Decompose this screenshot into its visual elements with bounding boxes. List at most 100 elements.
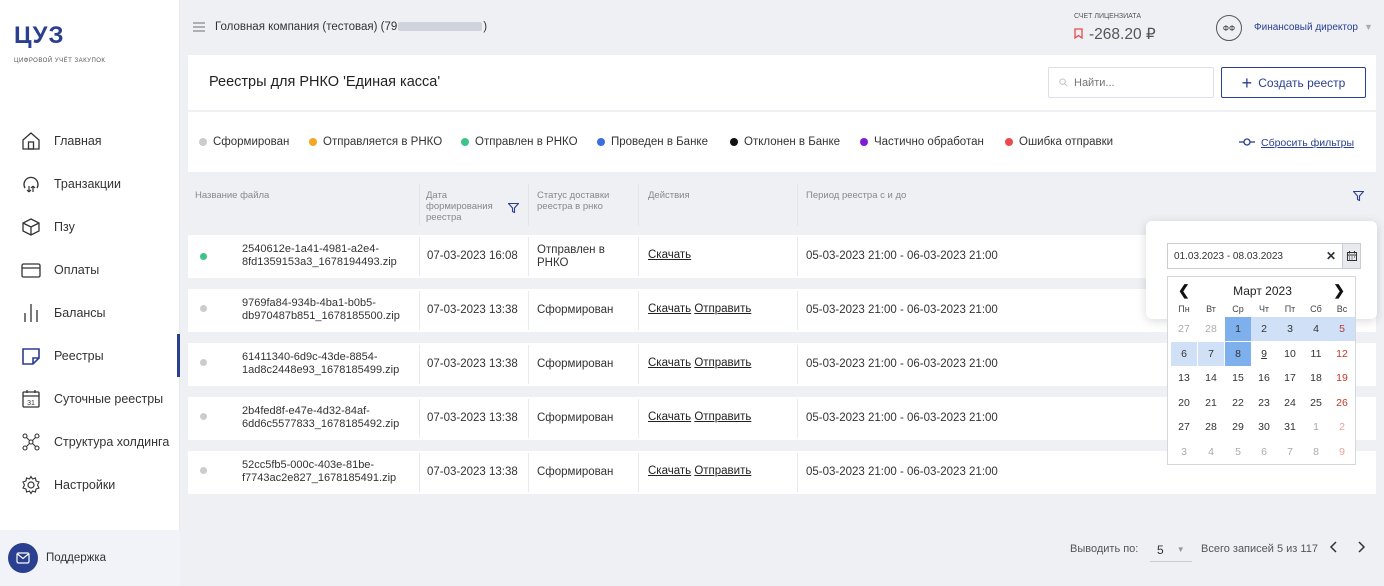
calendar-day[interactable]: 6 (1251, 440, 1277, 464)
calendar-day[interactable]: 17 (1277, 366, 1303, 390)
date-range-input[interactable]: 01.03.2023 - 08.03.2023 ✕ (1167, 243, 1361, 269)
support-button[interactable]: Поддержка (0, 530, 180, 586)
calendar-day[interactable]: 30 (1251, 415, 1277, 439)
calendar-day[interactable]: 13 (1171, 366, 1197, 390)
delivery-status: Сформирован (537, 358, 614, 370)
calendar-day[interactable]: 16 (1251, 366, 1277, 390)
menu-icon[interactable] (193, 21, 205, 35)
sidebar-item-pzu[interactable]: Пзу (0, 205, 180, 248)
sidebar-item-daily-registries[interactable]: 31 Суточные реестры (0, 377, 180, 420)
calendar-day[interactable]: 4 (1198, 440, 1224, 464)
filter-icon[interactable] (1352, 190, 1365, 204)
filter-sending[interactable]: Отправляется в РНКО (309, 136, 442, 148)
calendar-day[interactable]: 19 (1329, 366, 1355, 390)
calendar-day[interactable]: 20 (1171, 391, 1197, 415)
calendar-day[interactable]: 27 (1171, 415, 1197, 439)
calendar-day[interactable]: 7 (1277, 440, 1303, 464)
company-name-suffix: ) (483, 21, 488, 33)
column-divider (638, 184, 639, 226)
clear-icon[interactable]: ✕ (1326, 249, 1336, 263)
sidebar-item-holding[interactable]: Структура холдинга (0, 420, 180, 463)
calendar-day[interactable]: 25 (1303, 391, 1329, 415)
filter-processed[interactable]: Проведен в Банке (597, 136, 708, 148)
create-registry-label: Создать реестр (1258, 75, 1346, 90)
send-link[interactable]: Отправить (694, 357, 751, 369)
download-link[interactable]: Скачать (648, 357, 691, 369)
calendar-day[interactable]: 3 (1277, 317, 1303, 341)
calendar-day[interactable]: 10 (1277, 342, 1303, 366)
calendar-day[interactable]: 23 (1251, 391, 1277, 415)
calendar-day[interactable]: 12 (1329, 342, 1355, 366)
calendar-day[interactable]: 27 (1171, 317, 1197, 341)
next-month-icon[interactable]: ❯ (1333, 282, 1345, 299)
calendar-day[interactable]: 2 (1251, 317, 1277, 341)
sidebar-item-home[interactable]: Главная (0, 119, 180, 162)
calendar-day[interactable]: 1 (1225, 317, 1251, 341)
sidebar-item-settings[interactable]: Настройки (0, 463, 180, 506)
sidebar-item-payments[interactable]: Оплаты (0, 248, 180, 291)
calendar-day[interactable]: 29 (1225, 415, 1251, 439)
calendar-day[interactable]: 9 (1329, 440, 1355, 464)
filter-partial[interactable]: Частично обработан (860, 136, 984, 148)
company-selector[interactable]: Головная компания (тестовая) (79) (215, 21, 487, 33)
filter-icon[interactable] (507, 202, 520, 216)
filter-error[interactable]: Ошибка отправки (1005, 136, 1113, 148)
weekday-label: Сб (1310, 304, 1322, 314)
calendar-day[interactable]: 6 (1171, 341, 1197, 366)
send-link[interactable]: Отправить (694, 303, 751, 315)
search-input[interactable] (1074, 76, 1204, 89)
sidebar-item-registries[interactable]: Реестры (0, 334, 180, 377)
calendar-day[interactable]: 15 (1225, 366, 1251, 390)
calendar-day[interactable]: 1 (1303, 415, 1329, 439)
calendar-day[interactable]: 5 (1329, 317, 1355, 341)
calendar-day[interactable]: 8 (1225, 341, 1251, 366)
calendar-day[interactable]: 5 (1225, 440, 1251, 464)
logo[interactable]: ЦУЗ цифровой учёт закупок (14, 22, 105, 64)
status-dot (200, 359, 207, 366)
calendar-icon[interactable] (1342, 244, 1360, 268)
filter-rejected[interactable]: Отклонен в Банке (730, 136, 840, 148)
download-link[interactable]: Скачать (648, 303, 691, 315)
column-divider (419, 184, 420, 226)
sidebar: ЦУЗ цифровой учёт закупок Главная Транза… (0, 0, 180, 586)
calendar-day[interactable]: 9 (1251, 342, 1277, 366)
download-link[interactable]: Скачать (648, 411, 691, 423)
calendar-day[interactable]: 21 (1198, 391, 1224, 415)
send-link[interactable]: Отправить (694, 411, 751, 423)
filter-sent[interactable]: Отправлен в РНКО (461, 136, 578, 148)
create-registry-button[interactable]: + Создать реестр (1221, 67, 1366, 98)
table-header: Название файла Дата формирования реестра… (188, 180, 1376, 226)
calendar-day[interactable]: 18 (1303, 366, 1329, 390)
calendar-day[interactable]: 2 (1329, 415, 1355, 439)
calendar-day[interactable]: 8 (1303, 440, 1329, 464)
sidebar-item-label: Главная (54, 133, 102, 148)
user-menu[interactable]: ФФ Финансовый директор ▼ (1216, 15, 1374, 41)
calendar-day[interactable]: 4 (1303, 317, 1329, 341)
column-header-file[interactable]: Название файла (195, 190, 269, 201)
filter-formed[interactable]: Сформирован (199, 136, 289, 148)
column-header-status[interactable]: Статус доставки реестра в рнко (537, 190, 617, 212)
calendar-day[interactable]: 26 (1329, 391, 1355, 415)
calendar-day[interactable]: 3 (1171, 440, 1197, 464)
column-header-date[interactable]: Дата формирования реестра (426, 190, 496, 223)
send-link[interactable]: Отправить (694, 465, 751, 477)
next-page-icon[interactable] (1357, 541, 1366, 556)
calendar-day[interactable]: 14 (1198, 366, 1224, 390)
calendar-day[interactable]: 7 (1198, 341, 1224, 366)
calendar-day[interactable]: 11 (1303, 342, 1329, 366)
calendar-day[interactable]: 28 (1198, 317, 1224, 341)
column-header-period[interactable]: Период реестра с и до (806, 190, 906, 201)
reset-filters-link[interactable]: Сбросить фильтры (1239, 137, 1354, 149)
calendar-day[interactable]: 24 (1277, 391, 1303, 415)
datepicker: ❮ Март 2023 ❯ Пн Вт Ср Чт Пт Сб Вс 27 28 1 2 3 4 5 6 7 8… (1167, 276, 1356, 465)
calendar-day[interactable]: 28 (1198, 415, 1224, 439)
download-link[interactable]: Скачать (648, 249, 691, 261)
per-page-select[interactable]: 5 ▼ (1150, 538, 1192, 562)
sidebar-item-transactions[interactable]: Транзакции (0, 162, 180, 205)
search-box[interactable] (1048, 67, 1214, 98)
calendar-day[interactable]: 31 (1277, 415, 1303, 439)
calendar-day[interactable]: 22 (1225, 391, 1251, 415)
prev-page-icon[interactable] (1329, 541, 1338, 556)
sidebar-item-balances[interactable]: Балансы (0, 291, 180, 334)
download-link[interactable]: Скачать (648, 465, 691, 477)
